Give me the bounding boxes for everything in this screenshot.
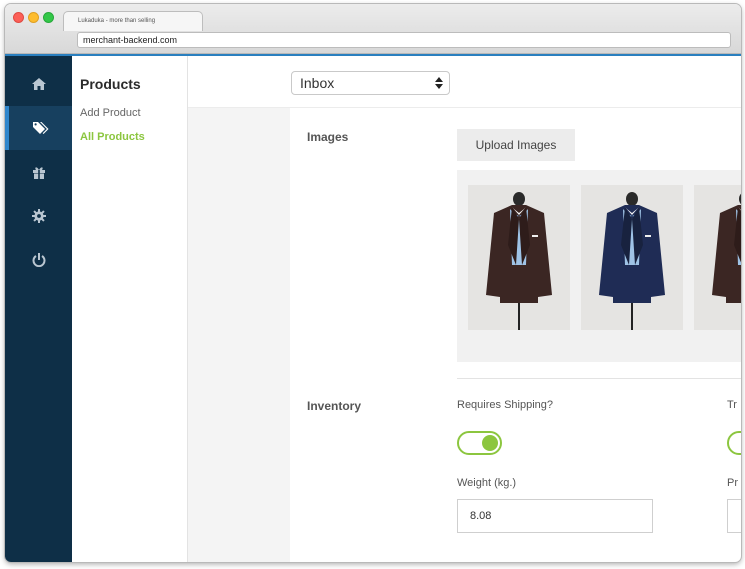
upload-images-button[interactable]: Upload Images: [457, 129, 575, 161]
status-select[interactable]: Inbox: [291, 71, 450, 95]
inventory-section-label: Inventory: [307, 399, 362, 413]
toggle-knob: [482, 435, 498, 451]
requires-shipping-label: Requires Shipping?: [457, 399, 554, 411]
product-image-1[interactable]: [468, 185, 570, 330]
rail-item-gifts[interactable]: [5, 150, 72, 194]
product-image-3[interactable]: [694, 185, 741, 330]
address-bar[interactable]: merchant-backend.com: [77, 32, 731, 48]
rail-item-home[interactable]: [5, 62, 72, 106]
home-icon: [31, 78, 46, 90]
second-field-input[interactable]: [727, 499, 741, 533]
app-container: Products Add Product All Products Inbox …: [5, 54, 741, 562]
image-gallery: [457, 170, 741, 362]
status-select-value: Inbox: [300, 75, 335, 91]
product-image-2[interactable]: [581, 185, 683, 330]
second-toggle-label: Tr: [727, 399, 737, 411]
rail-item-products[interactable]: [5, 106, 72, 150]
weight-input-value: 8.08: [470, 510, 492, 522]
browser-tab-title: Lukaduka - more than selling: [78, 18, 156, 24]
suit-image: [694, 185, 741, 330]
browser-window: Lukaduka - more than selling merchant-ba…: [5, 4, 741, 562]
icon-rail: [5, 56, 72, 562]
gift-icon: [32, 166, 45, 179]
requires-shipping-toggle[interactable]: [457, 431, 502, 455]
close-window-button[interactable]: [13, 12, 24, 23]
browser-tab[interactable]: Lukaduka - more than selling: [63, 11, 203, 31]
second-field-label: Pr: [727, 477, 738, 489]
content-gutter: [188, 108, 290, 562]
tags-icon: [32, 122, 48, 134]
weight-label: Weight (kg.): [457, 477, 517, 489]
select-arrows-icon: [435, 77, 443, 89]
suit-image: [468, 185, 570, 330]
subnav-item-all-products[interactable]: All Products: [80, 131, 145, 143]
second-toggle[interactable]: [727, 431, 741, 455]
gear-icon: [31, 209, 46, 223]
maximize-window-button[interactable]: [43, 12, 54, 23]
weight-input[interactable]: 8.08: [457, 499, 653, 533]
products-subnav: Products Add Product All Products: [72, 56, 188, 562]
content-topbar: Inbox: [188, 56, 741, 108]
rail-item-settings[interactable]: [5, 194, 72, 238]
rail-item-logout[interactable]: [5, 238, 72, 282]
images-section-label: Images: [307, 130, 349, 144]
power-icon: [32, 253, 45, 267]
section-divider: [457, 378, 741, 379]
suit-image: [581, 185, 683, 330]
address-bar-url: merchant-backend.com: [83, 35, 178, 45]
subnav-item-add-product[interactable]: Add Product: [80, 107, 141, 119]
browser-chrome: Lukaduka - more than selling merchant-ba…: [5, 4, 741, 54]
minimize-window-button[interactable]: [28, 12, 39, 23]
subnav-title: Products: [80, 76, 141, 92]
